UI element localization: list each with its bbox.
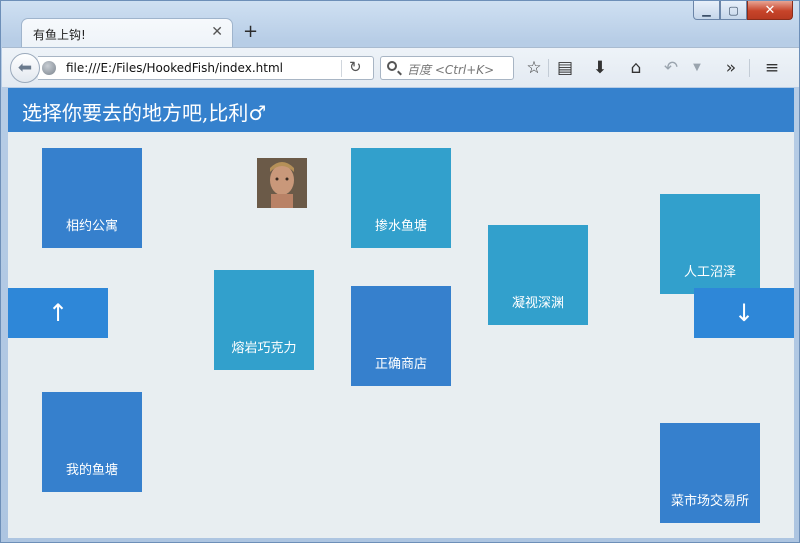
new-tab-button[interactable]: + [243,21,258,42]
toolbar-separator [749,59,750,77]
home-icon[interactable]: ⌂ [625,57,647,79]
tile-label: 人工沼泽 [683,265,736,280]
scroll-down-button[interactable]: ↓ [694,288,794,338]
close-window-button[interactable]: ✕ [747,1,793,20]
tab-title: 有鱼上钩! [33,28,86,42]
back-button[interactable]: ⬅ [10,53,40,83]
download-icon[interactable]: ⬇ [589,57,611,79]
back-arrow-icon: ⬅ [17,58,33,78]
scroll-up-button[interactable]: ↑ [8,288,108,338]
search-icon [387,61,397,71]
overflow-chevron-icon[interactable]: » [720,57,742,79]
browser-tab[interactable]: 有鱼上钩! ✕ [21,18,233,48]
down-arrow-icon: ↓ [733,299,755,327]
tile-我的鱼塘[interactable]: 我的鱼塘 [42,392,142,492]
up-arrow-icon: ↑ [47,299,69,327]
tile-label: 正确商店 [374,357,427,372]
tile-熔岩巧克力[interactable]: 熔岩巧克力 [214,270,314,370]
reload-icon[interactable]: ↻ [349,58,362,76]
tile-菜市场交易所[interactable]: 菜市场交易所 [660,423,760,523]
tile-label: 相约公寓 [65,219,118,234]
toolbar-separator [548,59,549,77]
tile-label: 凝视深渊 [511,296,564,311]
search-bar[interactable]: 百度 <Ctrl+K> [380,56,514,80]
page-viewport: 选择你要去的地方吧,比利♂ 相约公寓 掺水鱼塘 人工沼泽 熔岩巧克力 凝视深渊 … [8,88,794,538]
avatar-image [257,158,307,208]
navigation-toolbar: file:///E:/Files/HookedFish/index.html ↻… [2,47,799,87]
url-bar[interactable]: file:///E:/Files/HookedFish/index.html ↻ [38,56,374,80]
tile-label: 掺水鱼塘 [374,219,427,234]
tile-label: 我的鱼塘 [65,463,118,478]
tile-label: 熔岩巧克力 [231,341,297,356]
tile-正确商店[interactable]: 正确商店 [351,286,451,386]
tile-label: 菜市场交易所 [670,494,749,509]
tile-掺水鱼塘[interactable]: 掺水鱼塘 [351,148,451,248]
window-controls: ▁ ▢ ✕ [693,1,793,20]
url-text[interactable]: file:///E:/Files/HookedFish/index.html [66,61,283,75]
tile-凝视深渊[interactable]: 凝视深渊 [488,225,588,325]
search-placeholder: 百度 <Ctrl+K> [407,63,495,77]
tab-close-icon[interactable]: ✕ [211,24,223,40]
globe-icon [42,61,56,75]
page-header: 选择你要去的地方吧,比利♂ [8,88,794,132]
minimize-button[interactable]: ▁ [693,1,720,20]
maximize-button[interactable]: ▢ [720,1,747,20]
browser-window: ▁ ▢ ✕ 有鱼上钩! ✕ + file:///E:/Files/HookedF… [0,0,800,543]
bookmark-star-icon[interactable]: ☆ [523,57,545,79]
tile-相约公寓[interactable]: 相约公寓 [42,148,142,248]
undo-icon[interactable]: ↶ [660,57,682,79]
menu-hamburger-icon[interactable]: ≡ [761,57,783,79]
reading-list-icon[interactable]: ▤ [554,57,576,79]
dropdown-chevron-icon[interactable]: ▼ [686,57,708,79]
tile-人工沼泽[interactable]: 人工沼泽 [660,194,760,294]
url-separator [341,60,342,77]
avatar[interactable] [257,158,307,208]
page-title: 选择你要去的地方吧,比利♂ [22,101,267,125]
